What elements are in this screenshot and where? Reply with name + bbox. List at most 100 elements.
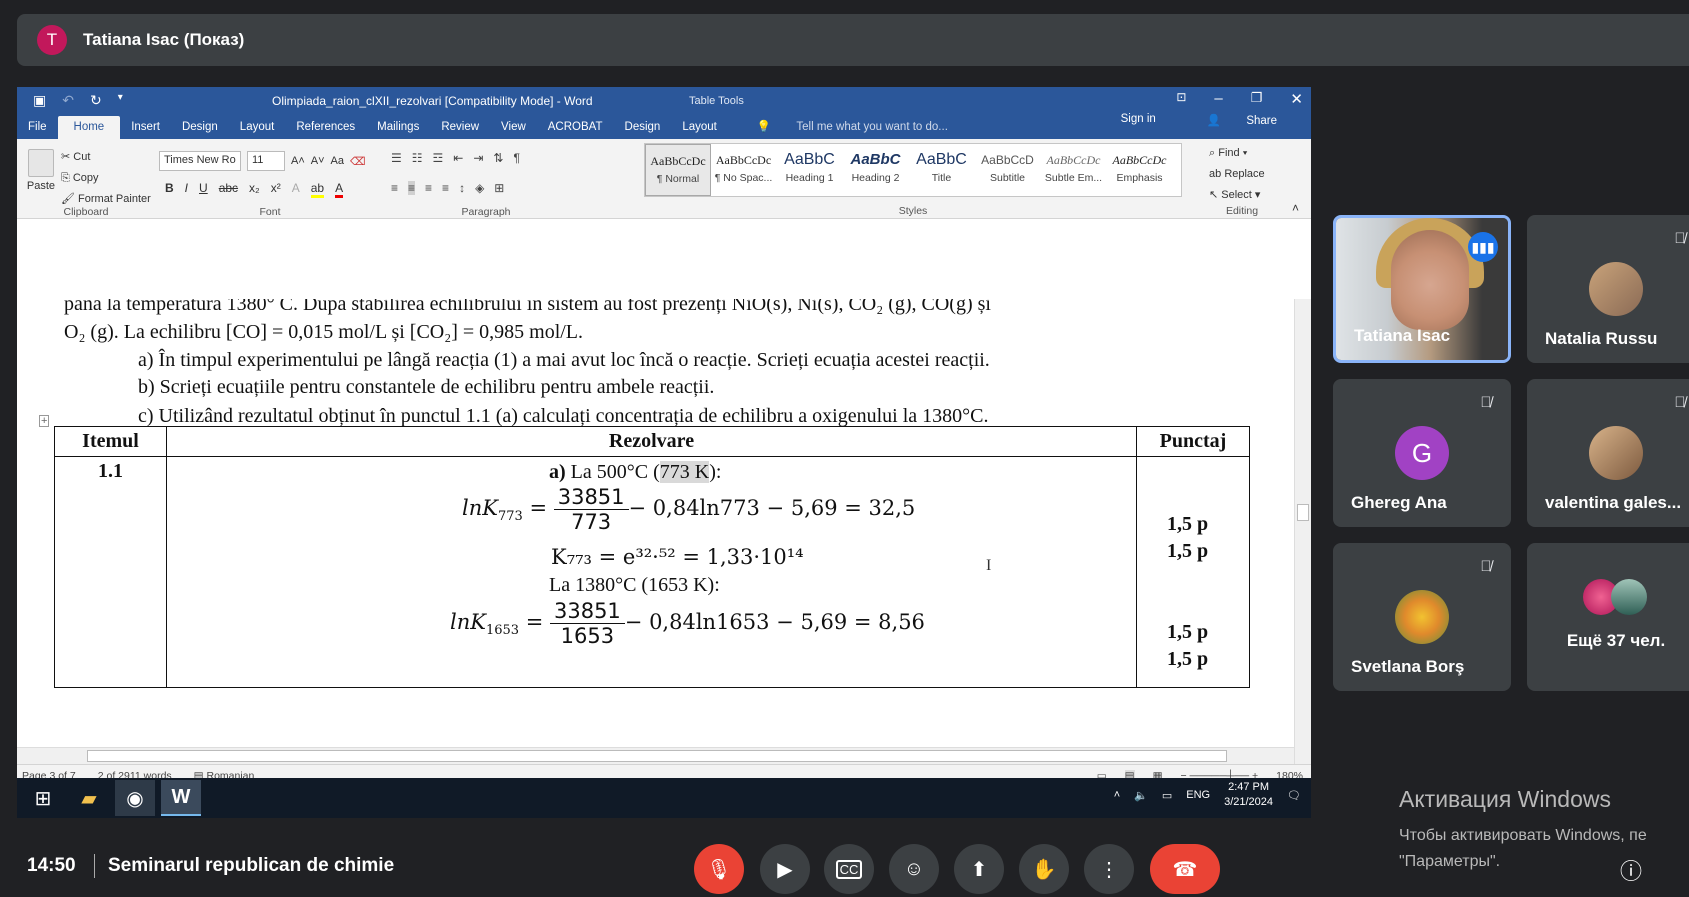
web-layout-icon[interactable]: ▦ <box>1153 770 1163 779</box>
font-color-icon[interactable]: A <box>335 181 344 198</box>
justify-icon[interactable]: ≡ <box>442 181 449 195</box>
language-status[interactable]: ▤ Romanian <box>194 770 255 779</box>
minimize-icon[interactable]: – <box>1214 90 1222 108</box>
numbering-icon[interactable]: ☷ <box>412 151 423 165</box>
captions-button[interactable]: CC <box>824 844 874 894</box>
sort-icon[interactable]: ⇅ <box>493 151 503 165</box>
tab-references[interactable]: References <box>285 121 366 139</box>
more-options-button[interactable]: ⋮ <box>1084 844 1134 894</box>
horizontal-scroll-thumb[interactable] <box>87 750 1227 762</box>
style-emphasis[interactable]: AaBbCcDc Emphasis <box>1107 144 1173 196</box>
style-subtle-emphasis[interactable]: AaBbCcDc Subtle Em... <box>1041 144 1107 196</box>
multilevel-icon[interactable]: ☲ <box>433 151 444 165</box>
customize-qat-icon[interactable]: ▾ <box>118 92 123 109</box>
sign-in-link[interactable]: Sign in <box>1110 113 1167 133</box>
restore-icon[interactable]: ❐ <box>1251 90 1263 108</box>
tell-me-box[interactable]: 💡 Tell me what you want to do... <box>728 119 970 139</box>
info-icon[interactable]: ⓘ <box>1620 854 1642 886</box>
tab-layout[interactable]: Layout <box>229 121 286 139</box>
participant-tile-speaker[interactable]: ▮▮▮ Tatiana Isac <box>1333 215 1511 363</box>
tab-home[interactable]: Home <box>57 116 121 139</box>
zoom-slider[interactable]: − ─────┼── + <box>1181 770 1259 779</box>
find-button[interactable]: ⌕ Find ▾ <box>1209 143 1265 164</box>
align-right-icon[interactable]: ≡ <box>425 181 432 195</box>
camera-toggle-button[interactable]: ▶ <box>760 844 810 894</box>
tab-review[interactable]: Review <box>430 121 490 139</box>
chrome-icon[interactable]: ◉ <box>115 780 155 816</box>
text-effects-icon[interactable]: A <box>292 181 300 198</box>
raise-hand-button[interactable]: ✋ <box>1019 844 1069 894</box>
participant-tile[interactable]: 🎙̸ valentina gales... <box>1527 379 1689 527</box>
subscript-icon[interactable]: x₂ <box>249 181 260 198</box>
vertical-scroll-thumb[interactable] <box>1297 504 1309 521</box>
tab-acrobat[interactable]: ACROBAT <box>537 121 614 139</box>
reactions-button[interactable]: ☺ <box>889 844 939 894</box>
tab-table-layout[interactable]: Layout <box>671 121 728 139</box>
cut-button[interactable]: ✂ Cut <box>61 147 151 168</box>
leave-call-button[interactable]: ☎ <box>1150 844 1220 894</box>
pilcrow-icon[interactable]: ¶ <box>513 151 519 165</box>
windows-start-icon[interactable]: ⊞ <box>23 780 63 816</box>
tab-file[interactable]: File <box>17 121 58 139</box>
zoom-level[interactable]: 180% <box>1276 770 1303 779</box>
vertical-scrollbar[interactable] <box>1294 299 1311 778</box>
share-button[interactable]: 👤 Share <box>1185 113 1299 133</box>
underline-icon[interactable]: U <box>199 181 208 198</box>
redo-icon[interactable]: ↻ <box>90 92 102 109</box>
network-icon[interactable]: ▭ <box>1162 789 1172 802</box>
change-case-icon[interactable]: Aa <box>331 155 344 167</box>
volume-icon[interactable]: 🔈 <box>1134 789 1148 802</box>
grow-font-icon[interactable]: A˄ <box>291 155 305 167</box>
line-spacing-icon[interactable]: ↕ <box>459 181 465 195</box>
font-name-box[interactable]: Times New Ro <box>159 151 241 171</box>
print-layout-icon[interactable]: ▤ <box>1124 769 1135 778</box>
notifications-icon[interactable]: 🗨 <box>1287 789 1301 802</box>
style-no-spacing[interactable]: AaBbCcDc ¶ No Spac... <box>711 144 777 196</box>
tab-insert[interactable]: Insert <box>120 121 171 139</box>
style-heading-1[interactable]: AaBbC Heading 1 <box>777 144 843 196</box>
horizontal-scrollbar[interactable] <box>17 747 1294 764</box>
tab-table-design[interactable]: Design <box>614 121 672 139</box>
bold-icon[interactable]: B <box>165 181 174 198</box>
participant-tile[interactable]: 🎙̸ Natalia Russu <box>1527 215 1689 363</box>
shading-icon[interactable]: ◈ <box>475 181 484 195</box>
taskbar-clock[interactable]: 2:47 PM 3/21/2024 <box>1224 780 1273 810</box>
word-count[interactable]: 2 of 2911 words <box>98 770 172 779</box>
collapse-ribbon-icon[interactable]: ˄ <box>1292 201 1299 215</box>
tab-design[interactable]: Design <box>171 121 229 139</box>
close-icon[interactable]: ✕ <box>1290 90 1303 108</box>
highlight-icon[interactable]: ab <box>310 181 325 198</box>
tray-chevron-icon[interactable]: ˄ <box>1114 789 1120 801</box>
table-move-handle-icon[interactable]: + <box>39 415 50 427</box>
mic-toggle-button[interactable]: 🎙 <box>694 844 744 894</box>
file-explorer-icon[interactable]: ▰ <box>69 780 109 816</box>
select-button[interactable]: ↖ Select ▾ <box>1209 185 1265 206</box>
borders-icon[interactable]: ⊞ <box>494 181 504 195</box>
word-taskbar-icon[interactable]: W <box>161 780 201 816</box>
more-participants-tile[interactable]: Ещё 37 чел. <box>1527 543 1689 691</box>
style-title[interactable]: AaBbC Title <box>909 144 975 196</box>
participant-tile[interactable]: 🎙̸ G Ghereg Ana <box>1333 379 1511 527</box>
style-heading-2[interactable]: AaBbC Heading 2 <box>843 144 909 196</box>
strikethrough-icon[interactable]: abc <box>219 181 238 198</box>
page-count[interactable]: Page 3 of 7 <box>22 770 76 779</box>
shrink-font-icon[interactable]: A˅ <box>311 155 325 167</box>
font-size-box[interactable]: 11 <box>247 151 285 171</box>
ribbon-display-icon[interactable]: ⊡ <box>1176 90 1186 108</box>
paste-button[interactable]: Paste <box>25 149 57 199</box>
replace-button[interactable]: ab Replace <box>1209 164 1265 185</box>
bullets-icon[interactable]: ☰ <box>391 151 402 165</box>
present-button[interactable]: ⬆ <box>954 844 1004 894</box>
style-subtitle[interactable]: AaBbCcD Subtitle <box>975 144 1041 196</box>
superscript-icon[interactable]: x² <box>271 181 281 198</box>
save-icon[interactable]: ▣ <box>33 92 46 109</box>
align-left-icon[interactable]: ≡ <box>391 181 398 195</box>
tab-mailings[interactable]: Mailings <box>366 121 430 139</box>
document-area[interactable]: până la temperatura 1380° C. După stabil… <box>17 299 1294 747</box>
tab-view[interactable]: View <box>490 121 537 139</box>
style-normal[interactable]: AaBbCcDc ¶ Normal <box>645 144 711 196</box>
decrease-indent-icon[interactable]: ⇤ <box>453 151 463 165</box>
italic-icon[interactable]: I <box>185 181 188 198</box>
clear-format-icon[interactable]: ⌫ <box>350 155 366 168</box>
read-mode-icon[interactable]: ▭ <box>1097 770 1107 779</box>
